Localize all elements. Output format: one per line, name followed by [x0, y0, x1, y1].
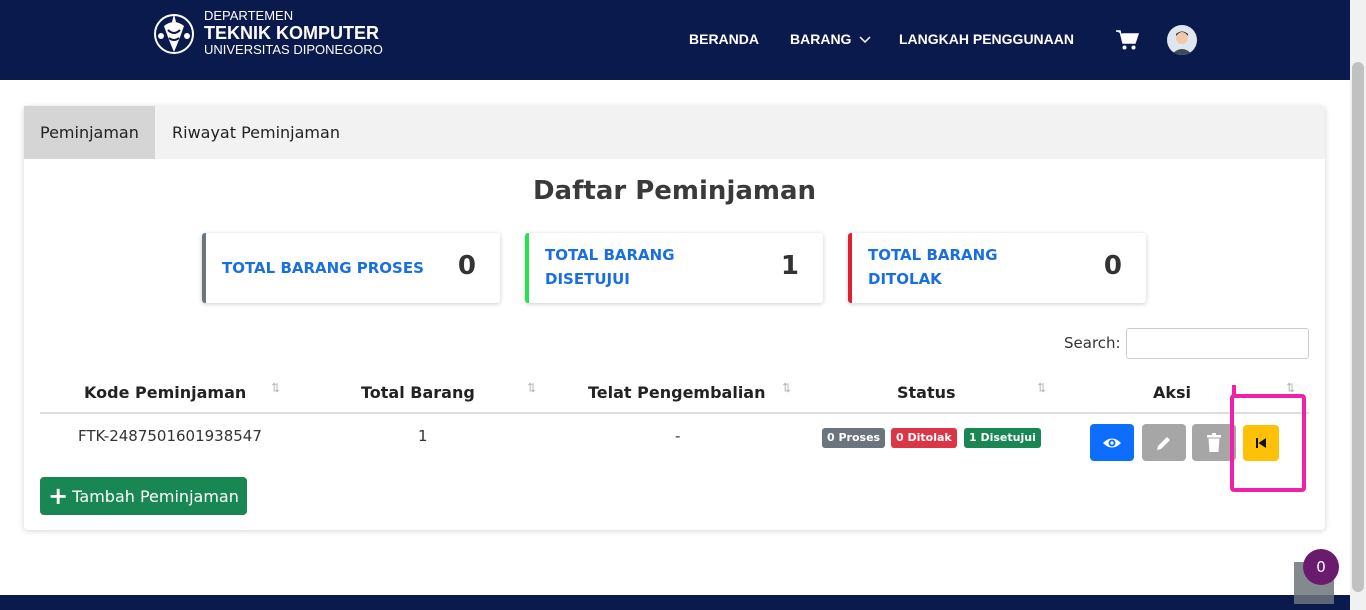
cart-icon[interactable] [1115, 29, 1139, 51]
sort-icon[interactable]: ⭡⭣ [782, 381, 791, 396]
nav-barang-label: BARANG [790, 31, 852, 47]
add-loan-button[interactable]: + Tambah Peminjaman [40, 477, 247, 515]
edit-button[interactable] [1142, 424, 1186, 461]
stat-card-ditolak: TOTAL BARANG DITOLAK 0 [848, 233, 1146, 303]
user-avatar-icon [1171, 31, 1193, 55]
loan-card: Peminjaman Riwayat Peminjaman Daftar Pem… [24, 106, 1325, 530]
plus-icon: + [48, 482, 69, 510]
status-badge-ditolak: 0 Ditolak [891, 428, 957, 448]
avatar[interactable] [1167, 25, 1197, 55]
stat-card-disetujui: TOTAL BARANG DISETUJUI 1 [525, 233, 823, 303]
column-header-aksi: Aksi [1153, 383, 1192, 402]
nav-beranda[interactable]: BERANDA [689, 31, 759, 47]
sort-icon[interactable]: ⭡⭣ [527, 381, 536, 396]
status-badge-disetujui: 1 Disetujui [964, 428, 1041, 448]
sort-icon[interactable]: ⭡⭣ [271, 381, 280, 396]
stat-accent-bar [848, 233, 852, 303]
brand-line-1: DEPARTEMEN [204, 8, 294, 23]
search-input[interactable] [1126, 328, 1309, 359]
column-header-status[interactable]: Status [897, 383, 956, 402]
trash-icon [1207, 432, 1221, 452]
page-title: Daftar Peminjaman [532, 176, 817, 206]
stat-accent-bar [525, 233, 529, 303]
column-header-kode[interactable]: Kode Peminjaman [84, 383, 246, 402]
top-navbar: DEPARTEMEN TEKNIK KOMPUTER UNIVERSITAS D… [0, 0, 1350, 80]
add-loan-label: Tambah Peminjaman [72, 486, 239, 506]
tab-riwayat-peminjaman[interactable]: Riwayat Peminjaman [156, 106, 356, 159]
tab-peminjaman[interactable]: Peminjaman [24, 106, 155, 159]
brand-text[interactable]: DEPARTEMEN TEKNIK KOMPUTER UNIVERSITAS D… [204, 9, 383, 57]
stat-label: TOTAL BARANG PROSES [222, 259, 424, 277]
column-header-telat[interactable]: Telat Pengembalian [588, 383, 766, 402]
nav-barang[interactable]: BARANG [790, 31, 871, 47]
stat-label: TOTAL BARANG DITOLAK [868, 243, 998, 291]
stat-label-line-1: TOTAL BARANG [868, 246, 998, 264]
column-header-total[interactable]: Total Barang [361, 383, 475, 402]
stat-value: 0 [457, 251, 476, 281]
stat-label-line-2: DISETUJUI [545, 270, 630, 288]
stat-label-line-2: DITOLAK [868, 270, 942, 288]
view-button[interactable] [1090, 424, 1134, 461]
eye-icon [1103, 438, 1121, 447]
stat-label-line-1: TOTAL BARANG [545, 246, 675, 264]
status-badge-proses: 0 Proses [822, 428, 886, 448]
stat-card-proses: TOTAL BARANG PROSES 0 [202, 233, 500, 303]
cell-kode: FTK-2487501601938547 [78, 427, 262, 445]
cell-total: 1 [418, 427, 428, 445]
stat-value: 0 [1103, 251, 1122, 281]
table-header-divider [40, 412, 1309, 414]
brand-line-3: UNIVERSITAS DIPONEGORO [204, 42, 383, 57]
search-label: Search: [1064, 334, 1121, 352]
notification-count-badge[interactable]: 0 [1303, 549, 1339, 585]
sort-icon[interactable]: ⭡⭣ [1037, 381, 1046, 396]
logo-icon[interactable] [152, 8, 196, 60]
stat-value: 1 [780, 251, 799, 281]
brand-line-2: TEKNIK KOMPUTER [204, 23, 379, 43]
footer-bar [0, 595, 1350, 610]
stat-accent-bar [202, 233, 206, 303]
stat-label: TOTAL BARANG DISETUJUI [545, 243, 675, 291]
chevron-down-icon [859, 36, 871, 44]
nav-langkah-penggunaan[interactable]: LANGKAH PENGGUNAAN [899, 31, 1074, 47]
pencil-icon [1157, 436, 1170, 450]
scrollbar-thumb[interactable] [1352, 62, 1364, 592]
annotation-highlight [1230, 394, 1306, 492]
tab-bar: Peminjaman Riwayat Peminjaman [24, 106, 1325, 159]
cell-telat: - [675, 427, 681, 445]
